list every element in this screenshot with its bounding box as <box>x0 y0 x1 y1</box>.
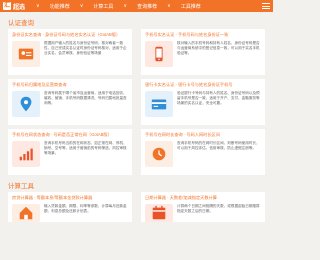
bank-card-icon <box>145 91 173 117</box>
phone-icon <box>145 41 173 67</box>
card-description: 查询号码属于哪个省市及运营商，适用于电话回访、催收、营销、手机号码数据清洗、号码… <box>44 91 127 106</box>
hamburger-menu-icon[interactable] <box>262 3 270 9</box>
site-logo[interactable]: 汇 超选 <box>3 2 25 11</box>
card-description: 计算两个日期之间相隔的天数，或根据起始日期推算指定天数之后的日期。 <box>177 204 260 214</box>
card-mortgage-calculator[interactable]: 房贷计算器 · 等额本息/等额本金贷款计算器 输入贷款金额、期限、利率等参数，计… <box>8 192 132 222</box>
card-description: 输入贷款金额、期限、利率等参数，计算每月还款金额、利息总额及还款计划表。 <box>44 204 127 214</box>
top-navigation-bar: 汇 超选 ∨ 功能推荐 ∨ 计算工具 ∨ 查询推荐 ∨ 工具推荐 <box>0 0 273 12</box>
section-title-calculators: 计算工具 <box>8 183 34 190</box>
card-title[interactable]: 手机号在网时长查询 · 号码入网时长区间 <box>145 132 261 138</box>
nav-dropdown-1[interactable]: ∨ <box>31 3 45 10</box>
card-title[interactable]: 身份证实名查询 · 身份证号码与姓名实名认证（GotAB版） <box>12 32 128 38</box>
card-title[interactable]: 手机号在网状态查询 · 号码是否正常在网（GotAB版） <box>12 132 128 138</box>
card-date-calculator[interactable]: 日期计算器 · 天数差/加减指定天数计算 计算两个日期之间相隔的天数，或根据起始… <box>141 192 265 222</box>
card-description: 查询手机号码的在网时长区间，判断号码使用时长，可以用于风控评估、信用审核、防止虚… <box>177 141 260 151</box>
card-title[interactable]: 手机号实名认证 · 手机号码与姓名身份证一致 <box>145 32 261 38</box>
location-pin-icon <box>12 91 40 117</box>
card-description: 根据用户输入的姓名与身份证号码，核对两者一致性，自己完成实名认证时身份证号码核对… <box>44 41 127 56</box>
nav-item-features[interactable]: 功能推荐 <box>45 3 75 10</box>
card-phone-status[interactable]: 手机号在网状态查询 · 号码是否正常在网（GotAB版） 查询手机号码当前的在网… <box>8 129 132 175</box>
clock-icon <box>145 141 173 167</box>
card-id-verification[interactable]: 身份证实名查询 · 身份证号码与姓名实名认证（GotAB版） 根据用户输入的姓名… <box>8 29 132 75</box>
card-description: 核对输入的手机号码和持有人姓名、身份证号码是否与运营商系统中的登记信息一致，可以… <box>177 41 260 56</box>
card-title[interactable]: 日期计算器 · 天数差/加减指定天数计算 <box>145 195 261 201</box>
card-title[interactable]: 银行卡实名认证 · 银行卡号与姓名身份证手机号 <box>145 82 261 88</box>
logo-icon: 汇 <box>3 2 11 10</box>
card-title[interactable]: 手机号码归属地及运营商查询 <box>12 82 128 88</box>
verification-card-grid: 身份证实名查询 · 身份证号码与姓名实名认证（GotAB版） 根据用户输入的姓名… <box>0 29 273 175</box>
house-icon <box>12 204 40 222</box>
card-phone-location[interactable]: 手机号码归属地及运营商查询 查询号码属于哪个省市及运营商，适用于电话回访、催收、… <box>8 79 132 125</box>
nav-item-calculators[interactable]: 计算工具 <box>88 3 118 10</box>
card-title[interactable]: 房贷计算器 · 等额本息/等额本金贷款计算器 <box>12 195 128 201</box>
calendar-icon <box>145 204 173 222</box>
card-description: 验证银行卡号码与持有人的姓名、身份证号码以及预留手机号是否一致，适用于开户、支付… <box>177 91 260 106</box>
section-title-verification: 认证查询 <box>8 20 34 27</box>
logo-text: 超选 <box>13 4 26 11</box>
card-bank-card-verification[interactable]: 银行卡实名认证 · 银行卡号与姓名身份证手机号 验证银行卡号码与持有人的姓名、身… <box>141 79 265 125</box>
nav-dropdown-3[interactable]: ∨ <box>118 3 132 10</box>
id-card-icon <box>12 41 40 67</box>
signal-icon <box>12 141 40 167</box>
nav-item-queries[interactable]: 查询推荐 <box>132 3 162 10</box>
card-description: 查询手机号码当前的在网状态，如正常在网、停机、销号、空号等，适用于营销前的号码筛… <box>44 141 127 156</box>
calculator-card-grid: 房贷计算器 · 等额本息/等额本金贷款计算器 输入贷款金额、期限、利率等参数，计… <box>0 192 273 222</box>
nav-item-tools[interactable]: 工具推荐 <box>176 3 206 10</box>
main-nav: ∨ 功能推荐 ∨ 计算工具 ∨ 查询推荐 ∨ 工具推荐 <box>31 3 262 10</box>
card-phone-duration[interactable]: 手机号在网时长查询 · 号码入网时长区间 查询手机号码的在网时长区间，判断号码使… <box>141 129 265 175</box>
nav-dropdown-4[interactable]: ∨ <box>162 3 176 10</box>
card-phone-verification[interactable]: 手机号实名认证 · 手机号码与姓名身份证一致 核对输入的手机号码和持有人姓名、身… <box>141 29 265 75</box>
nav-dropdown-2[interactable]: ∨ <box>75 3 89 10</box>
